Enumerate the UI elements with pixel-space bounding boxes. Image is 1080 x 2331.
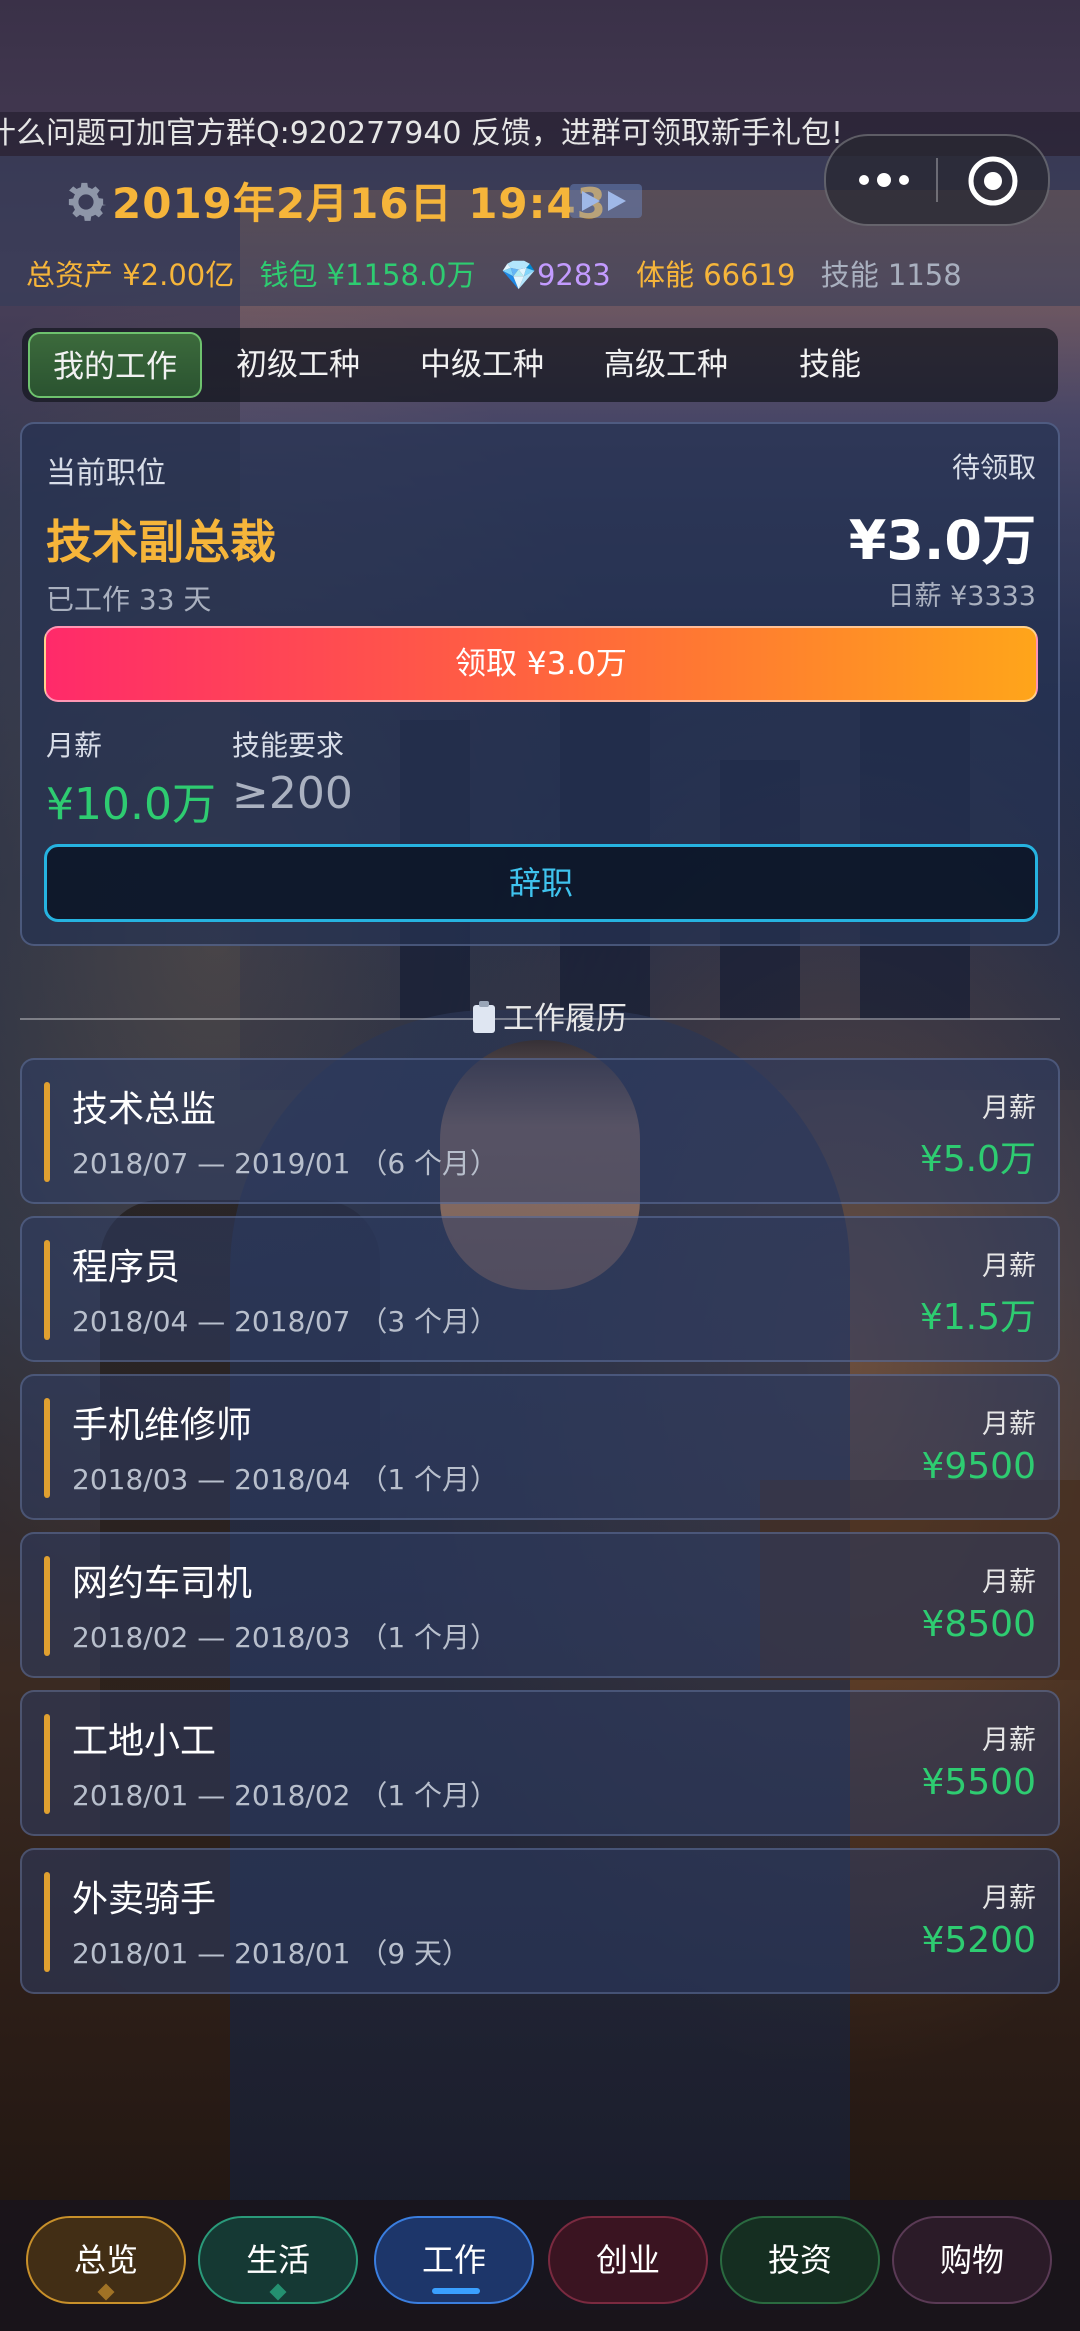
history-accent-bar (44, 1398, 50, 1498)
history-item: 手机维修师 2018/03 — 2018/04 （1 个月） 月薪 ¥9500 (20, 1374, 1060, 1520)
history-job-name: 外卖骑手 (72, 1879, 217, 1920)
tab-junior-jobs[interactable]: 初级工种 (216, 332, 380, 398)
history-salary-label: 月薪 (982, 1409, 1036, 1440)
skill-requirement-value: ≥200 (232, 768, 353, 819)
history-accent-bar (44, 1872, 50, 1972)
history-job-name: 手机维修师 (72, 1405, 253, 1446)
capsule-divider (936, 158, 938, 202)
nav-indicator (97, 2283, 115, 2301)
history-period: 2018/07 — 2019/01 （6 个月） (72, 1147, 499, 1180)
gear-icon[interactable] (60, 176, 112, 228)
nav-startup-label: 创业 (595, 2241, 660, 2279)
history-job-name: 程序员 (72, 1247, 181, 1288)
nav-life-label: 生活 (245, 2241, 310, 2279)
nav-overview-label: 总览 (73, 2241, 138, 2279)
history-period: 2018/01 — 2018/02 （1 个月） (72, 1779, 499, 1812)
history-salary: ¥5.0万 (919, 1139, 1036, 1180)
position-label: 当前职位 (46, 456, 166, 491)
daily-salary: 日薪 ¥3333 (887, 581, 1036, 612)
nav-work-label: 工作 (421, 2241, 486, 2279)
history-period: 2018/02 — 2018/03 （1 个月） (72, 1621, 499, 1654)
history-item: 工地小工 2018/01 — 2018/02 （1 个月） 月薪 ¥5500 (20, 1690, 1060, 1836)
tab-mid-jobs[interactable]: 中级工种 (400, 332, 564, 398)
tab-senior-jobs[interactable]: 高级工种 (584, 332, 748, 398)
history-salary-label: 月薪 (982, 1093, 1036, 1124)
history-accent-bar (44, 1240, 50, 1340)
wallet-balance: 钱包 ¥1158.0万 (259, 258, 476, 292)
history-salary-label: 月薪 (982, 1251, 1036, 1282)
nav-invest[interactable]: 投资 (720, 2216, 880, 2304)
history-item: 外卖骑手 2018/01 — 2018/01 （9 天） 月薪 ¥5200 (20, 1848, 1060, 1994)
history-accent-bar (44, 1082, 50, 1182)
nav-overview[interactable]: 总览 (26, 2216, 186, 2304)
history-period: 2018/01 — 2018/01 （9 天） (72, 1937, 471, 1970)
history-title: 工作履历 (440, 996, 660, 1042)
nav-invest-label: 投资 (767, 2241, 832, 2279)
history-salary: ¥5500 (921, 1762, 1036, 1803)
history-item: 网约车司机 2018/02 — 2018/03 （1 个月） 月薪 ¥8500 (20, 1532, 1060, 1678)
nav-shopping-label: 购物 (939, 2241, 1004, 2279)
miniprogram-capsule (824, 134, 1050, 226)
tab-skills[interactable]: 技能 (768, 332, 892, 398)
days-worked: 已工作 33 天 (46, 583, 212, 616)
monthly-salary-value: ¥10.0万 (46, 779, 216, 830)
nav-work[interactable]: 工作 (374, 2216, 534, 2304)
history-accent-bar (44, 1714, 50, 1814)
history-job-name: 网约车司机 (72, 1563, 253, 1604)
fast-forward-icon[interactable] (570, 184, 642, 218)
pending-label: 待领取 (951, 451, 1036, 484)
history-salary: ¥8500 (921, 1604, 1036, 1645)
skill-value: 技能 1158 (820, 258, 962, 292)
bottom-nav: 总览 生活 工作 创业 投资 购物 (0, 2200, 1080, 2331)
history-period: 2018/04 — 2018/07 （3 个月） (72, 1305, 499, 1338)
nav-shopping[interactable]: 购物 (892, 2216, 1052, 2304)
skill-requirement-label: 技能要求 (232, 729, 345, 762)
nav-indicator (269, 2283, 287, 2301)
clipboard-icon (473, 1001, 495, 1033)
history-salary-label: 月薪 (982, 1725, 1036, 1756)
history-title-text: 工作履历 (503, 1001, 627, 1037)
more-icon[interactable] (854, 166, 914, 194)
job-title: 技术副总裁 (46, 515, 276, 569)
tab-my-job[interactable]: 我的工作 (28, 332, 202, 398)
history-job-name: 技术总监 (72, 1089, 217, 1130)
player-stats: 总资产 ¥2.00亿 钱包 ¥1158.0万 💎9283 体能 66619 技能… (26, 252, 978, 294)
nav-life[interactable]: 生活 (198, 2216, 358, 2304)
current-job-card: 当前职位 技术副总裁 已工作 33 天 待领取 ¥3.0万 日薪 ¥3333 领… (20, 422, 1060, 946)
history-salary: ¥5200 (921, 1920, 1036, 1961)
history-period: 2018/03 — 2018/04 （1 个月） (72, 1463, 499, 1496)
nav-startup[interactable]: 创业 (548, 2216, 708, 2304)
close-miniprogram-icon[interactable] (966, 154, 1020, 208)
resign-button[interactable]: 辞职 (44, 844, 1038, 922)
history-salary: ¥1.5万 (919, 1297, 1036, 1338)
work-tabs: 我的工作 初级工种 中级工种 高级工种 技能 (22, 328, 1058, 402)
stamina-value: 体能 66619 (635, 258, 796, 292)
claim-salary-button[interactable]: 领取 ¥3.0万 (44, 626, 1038, 702)
history-job-name: 工地小工 (72, 1721, 217, 1762)
history-item: 程序员 2018/04 — 2018/07 （3 个月） 月薪 ¥1.5万 (20, 1216, 1060, 1362)
nav-active-indicator (432, 2288, 480, 2294)
history-item: 技术总监 2018/07 — 2019/01 （6 个月） 月薪 ¥5.0万 (20, 1058, 1060, 1204)
diamond-count: 💎9283 (500, 258, 611, 292)
pending-amount: ¥3.0万 (848, 509, 1036, 572)
history-salary-label: 月薪 (982, 1567, 1036, 1598)
monthly-salary-label: 月薪 (46, 729, 103, 762)
game-datetime: 2019年2月16日 19:43 (112, 179, 607, 228)
total-assets: 总资产 ¥2.00亿 (26, 258, 235, 292)
announcement-text: 什么问题可加官方群Q:920277940 反馈，进群可领取新手礼包! (0, 116, 844, 151)
history-salary-label: 月薪 (982, 1883, 1036, 1914)
history-accent-bar (44, 1556, 50, 1656)
history-salary: ¥9500 (921, 1446, 1036, 1487)
